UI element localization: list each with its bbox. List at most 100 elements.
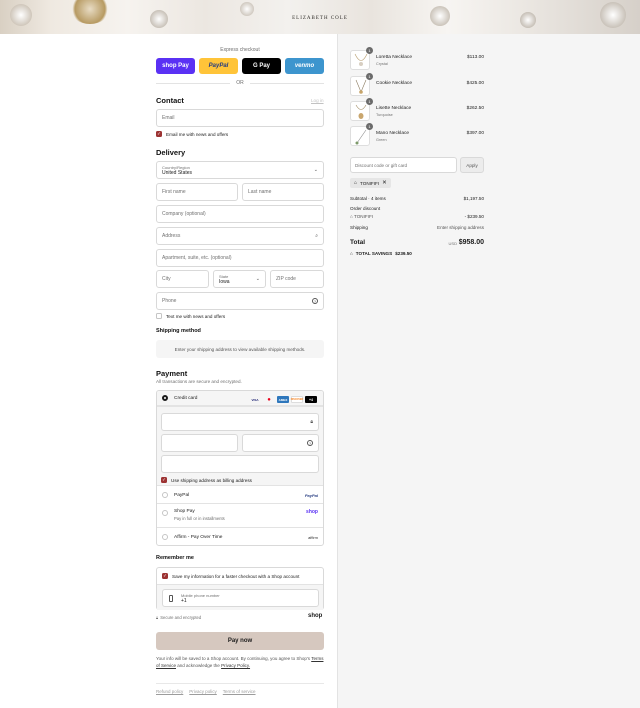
- use-shipping-as-billing-row[interactable]: ✓ Use shipping address as billing addres…: [161, 477, 252, 483]
- cart-item: 1 Mano Necklace Green $397.00: [350, 123, 484, 146]
- item-price: $397.00: [466, 131, 484, 136]
- quantity-badge: 1: [366, 123, 373, 130]
- shop-pay-option-sub: Pay in full or in installments: [174, 516, 225, 521]
- country-select[interactable]: Country/Region United States ⌄: [156, 161, 324, 179]
- legal-text: Your info will be saved to a Shop accoun…: [156, 656, 324, 668]
- discover-icon: DISCOVER: [290, 396, 304, 403]
- city-field[interactable]: City: [156, 270, 209, 288]
- shipping-method-heading: Shipping method: [156, 328, 201, 334]
- applied-discount-tag: ⌂ TONIFIFI ✕: [350, 178, 391, 188]
- shop-pay-option-label: Shop Pay: [174, 509, 195, 514]
- shop-pay-button[interactable]: shop Pay: [156, 58, 195, 74]
- mobile-phone-icon: [169, 595, 173, 602]
- credit-card-label: Credit card: [174, 395, 198, 401]
- phone-field[interactable]: Phone ?: [156, 292, 324, 310]
- help-icon[interactable]: ?: [312, 298, 318, 304]
- help-icon[interactable]: ?: [307, 440, 313, 446]
- header-banner: ELIZABETH COLE: [0, 0, 640, 34]
- cart-item: 1 Loretta Necklace Crystal $113.00: [350, 47, 484, 70]
- chevron-down-icon: ⌄: [313, 167, 318, 173]
- remove-discount-icon[interactable]: ✕: [382, 180, 387, 186]
- brand-logo[interactable]: ELIZABETH COLE: [0, 16, 640, 21]
- tag-icon: ⌂: [354, 180, 358, 186]
- jewel-decoration: [600, 2, 626, 28]
- expiration-date-field[interactable]: [161, 434, 238, 452]
- mobile-phone-field[interactable]: Mobile phone number +1: [162, 589, 319, 607]
- email-field[interactable]: Email: [156, 109, 324, 127]
- refund-policy-link[interactable]: Refund policy: [156, 689, 183, 694]
- apply-discount-button[interactable]: Apply: [460, 157, 484, 173]
- shipping-method-note: Enter your shipping address to view avai…: [156, 340, 324, 358]
- checkbox-checked-icon[interactable]: ✓: [161, 477, 167, 483]
- shop-logo-icon: shop: [308, 613, 323, 619]
- credit-card-option[interactable]: Credit card VISA ● AMEX DISCOVER +4: [157, 391, 323, 406]
- radio-icon[interactable]: [162, 510, 168, 516]
- shop-pay-option[interactable]: Shop Pay Pay in full or in installments …: [157, 504, 323, 528]
- item-name: Cookie Necklace: [376, 81, 412, 86]
- first-name-field[interactable]: First name: [156, 183, 238, 201]
- venmo-button[interactable]: venmo: [285, 58, 324, 74]
- chevron-down-icon: ⌄: [255, 276, 260, 282]
- phone-number-area: Mobile phone number +1: [157, 584, 323, 610]
- radio-icon[interactable]: [162, 492, 168, 498]
- zip-field[interactable]: ZIP code: [270, 270, 324, 288]
- company-field[interactable]: Company (optional): [156, 205, 324, 223]
- pay-now-button[interactable]: Pay now: [156, 632, 324, 650]
- item-variant: Crystal: [376, 62, 388, 66]
- shop-logo-icon: shop: [306, 509, 318, 515]
- search-icon: ⌕: [315, 233, 318, 239]
- remember-me-box: ✓ Save my information for a faster check…: [156, 567, 324, 610]
- email-news-label: Email me with news and offers: [166, 131, 229, 137]
- text-news-checkbox-row[interactable]: Text me with news and offers: [156, 313, 225, 319]
- google-pay-button[interactable]: G Pay: [242, 58, 281, 74]
- card-fields-area: 🔒︎ ? ✓ Use shipping address as billing a…: [157, 406, 323, 486]
- lock-icon: 🔒︎: [156, 615, 159, 620]
- save-info-checkbox-row[interactable]: ✓ Save my information for a faster check…: [162, 573, 299, 579]
- card-number-field[interactable]: 🔒︎: [161, 413, 319, 431]
- paypal-option[interactable]: PayPal PayPal: [157, 487, 323, 504]
- radio-icon[interactable]: [162, 534, 168, 540]
- remember-me-heading: Remember me: [156, 555, 194, 561]
- radio-selected-icon[interactable]: [162, 395, 168, 401]
- amex-icon: AMEX: [277, 396, 289, 403]
- item-price: $425.00: [466, 81, 484, 86]
- save-info-label: Save my information for a faster checkou…: [172, 573, 300, 579]
- tag-icon: ⌂: [350, 214, 353, 219]
- affirm-logo-icon: affirm: [308, 534, 318, 540]
- more-cards-badge: +4: [305, 396, 317, 403]
- state-select[interactable]: State Iowa ⌄: [213, 270, 266, 288]
- paypal-button[interactable]: PayPal: [199, 58, 238, 74]
- affirm-option-label: Affirm - Pay Over Time: [174, 534, 223, 540]
- cart-item: 1 Lisette Necklace Turquoise $262.50: [350, 98, 484, 121]
- apartment-field[interactable]: Apartment, suite, etc. (optional): [156, 249, 324, 267]
- terms-of-service-footer-link[interactable]: Terms of service: [223, 689, 256, 694]
- item-name: Loretta Necklace: [376, 55, 412, 60]
- item-variant: Turquoise: [376, 113, 393, 117]
- use-shipping-as-billing-label: Use shipping address as billing address: [171, 477, 252, 483]
- quantity-badge: 1: [366, 98, 373, 105]
- privacy-policy-footer-link[interactable]: Privacy policy: [189, 689, 217, 694]
- login-link[interactable]: Log in: [311, 98, 324, 103]
- affirm-option[interactable]: Affirm - Pay Over Time affirm: [157, 528, 323, 545]
- order-discount-row: Order discount: [350, 206, 381, 211]
- payment-subheading: All transactions are secure and encrypte…: [156, 379, 242, 384]
- item-price: $262.50: [466, 106, 484, 111]
- checkbox-checked-icon[interactable]: ✓: [156, 131, 162, 137]
- payment-methods-box: Credit card VISA ● AMEX DISCOVER +4 🔒︎ ?…: [156, 390, 324, 546]
- last-name-field[interactable]: Last name: [242, 183, 324, 201]
- paypal-logo-icon: PayPal: [304, 492, 318, 498]
- checkbox-checked-icon[interactable]: ✓: [162, 573, 168, 579]
- item-name: Lisette Necklace: [376, 106, 412, 111]
- name-on-card-field[interactable]: [161, 455, 319, 473]
- security-code-field[interactable]: ?: [242, 434, 319, 452]
- jewel-decoration: [10, 4, 32, 26]
- checkbox-icon[interactable]: [156, 313, 162, 319]
- item-name: Mano Necklace: [376, 131, 410, 136]
- quantity-badge: 1: [366, 47, 373, 54]
- privacy-policy-link[interactable]: Privacy Policy.: [221, 663, 250, 668]
- footer-links: Refund policy Privacy policy Terms of se…: [156, 689, 256, 694]
- address-field[interactable]: Address ⌕: [156, 227, 324, 245]
- discount-code-input[interactable]: Discount code or gift card: [350, 157, 457, 173]
- contact-heading: Contact: [156, 96, 184, 105]
- email-news-checkbox-row[interactable]: ✓ Email me with news and offers: [156, 131, 228, 137]
